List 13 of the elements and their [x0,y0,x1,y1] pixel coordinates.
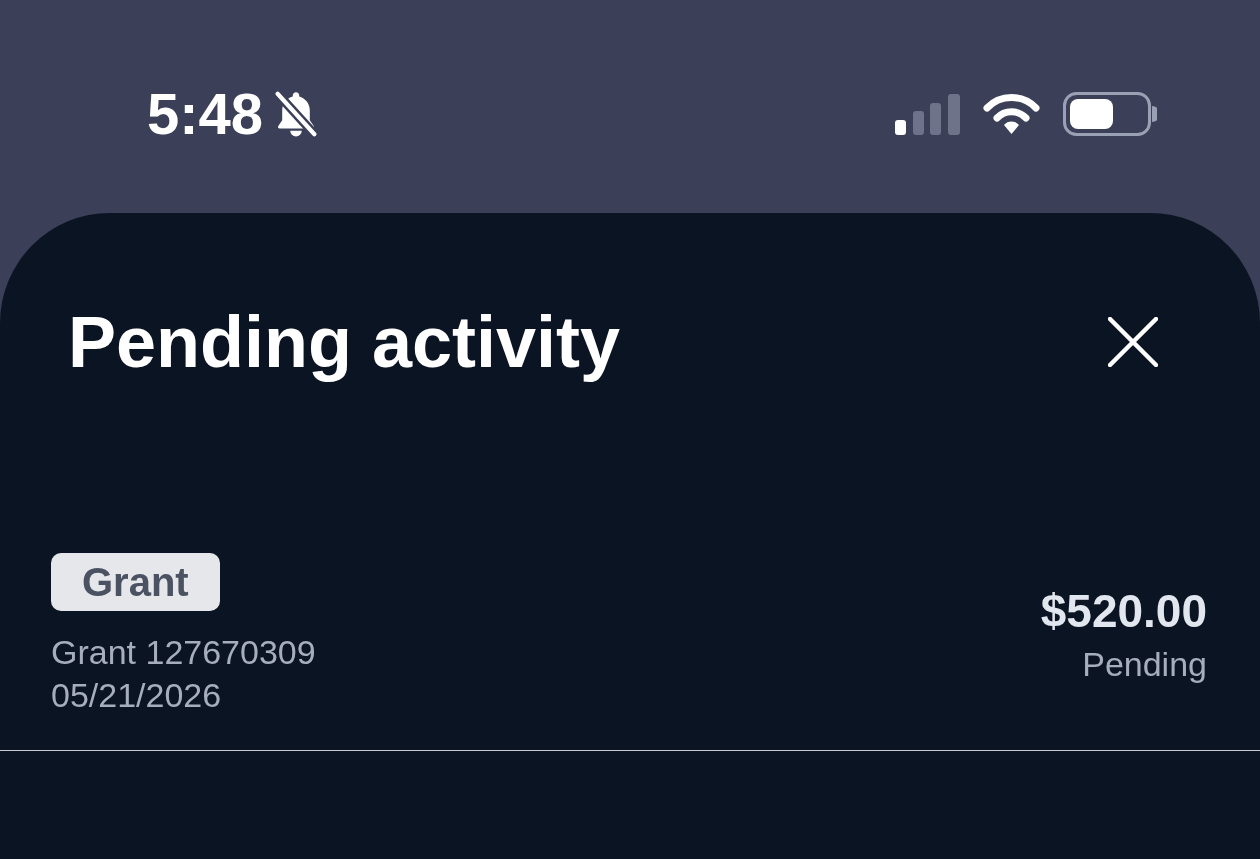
transaction-status: Pending [1082,644,1207,686]
transaction-date: 05/21/2026 [51,675,222,717]
transaction-description: Grant 127670309 [51,632,316,674]
transaction-amount: $520.00 [1040,584,1207,640]
signal-icon [895,93,960,135]
battery-icon [1063,92,1157,136]
wifi-icon [983,94,1040,134]
close-icon [1108,317,1158,368]
status-time: 5:48 [147,85,264,143]
transaction-row[interactable]: Grant Grant 127670309 05/21/2026 $520.00 Pending [0,553,1260,752]
close-button[interactable] [1108,317,1158,368]
sheet-title: Pending activity [68,301,621,384]
category-tag: Grant [51,553,220,612]
